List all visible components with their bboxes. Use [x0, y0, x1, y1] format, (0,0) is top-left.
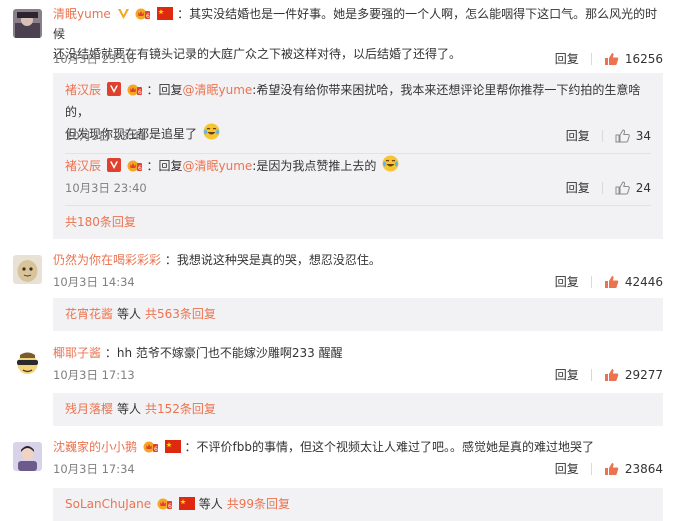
verified-v-icon — [106, 82, 121, 96]
comment-text: ：我想说这种哭是真的哭，想忍没忍住。 — [164, 253, 381, 267]
vip-crown-icon: 6 — [135, 6, 151, 20]
sub-reply-username[interactable]: 褚汉辰 — [65, 83, 101, 97]
reply-button[interactable]: 回复 — [555, 50, 579, 68]
comment-item: 椰耶子酱 ：hh 范爷不嫁豪门也不能嫁沙雕啊233 醒醒 10月3日 17:13… — [0, 343, 683, 436]
like-count: 24 — [635, 181, 651, 195]
divider — [590, 276, 592, 288]
divider — [590, 53, 592, 65]
verified-v-icon — [117, 7, 130, 20]
comment-username[interactable]: 沈巍家的小小鹅 — [53, 440, 137, 454]
sub-reply-item: 褚汉辰 6 ：回复@清眠yume:希望没有给你带来困扰哈，我本来还想评论里帮你推… — [65, 79, 651, 149]
others-label: 等人 — [117, 307, 142, 321]
reply-button[interactable]: 回复 — [555, 366, 579, 384]
like-count: 16256 — [624, 52, 663, 66]
like-button[interactable]: 29277 — [604, 366, 663, 384]
reply-button[interactable]: 回复 — [566, 179, 590, 197]
others-label: 等人 — [117, 402, 142, 416]
like-count: 34 — [635, 129, 651, 143]
svg-text:6: 6 — [146, 13, 150, 20]
comment-text: ：不评价fbb的事情，但这个视频太让人难过了吧。。感觉她是真的难过地哭了 — [184, 440, 594, 454]
total-replies-link[interactable]: 共563条回复 — [145, 307, 216, 321]
sub-reply-username[interactable]: 褚汉辰 — [65, 159, 101, 173]
thumbs-up-icon — [604, 53, 619, 65]
comment-item: 沈巍家的小小鹅 6 ：不评价fbb的事情，但这个视频太让人难过了吧。。感觉她是真… — [0, 436, 683, 521]
comment-time: 10月3日 17:13 — [53, 368, 135, 382]
comment-username[interactable]: 仍然为你在喝彩彩彩 — [53, 253, 161, 267]
more-replies-bar: 残月落樱 等人 共152条回复 — [53, 393, 663, 426]
others-label: 等人 — [198, 497, 223, 511]
comment-time: 10月3日 14:34 — [53, 275, 135, 289]
divider — [601, 182, 603, 194]
divider — [65, 153, 651, 154]
mention-link[interactable]: @清眠yume — [183, 159, 253, 173]
avatar[interactable] — [13, 255, 42, 284]
svg-text:6: 6 — [168, 503, 172, 510]
vip-crown-icon: 6 — [143, 439, 159, 453]
like-button[interactable]: 24 — [615, 179, 651, 197]
reply-user-link[interactable]: 花宵花酱 — [65, 307, 113, 321]
china-flag-icon — [157, 7, 174, 20]
comment-time: 10月3日 17:34 — [53, 462, 135, 476]
comment-username[interactable]: 清眠yume — [53, 7, 111, 21]
sub-replies-box: 褚汉辰 6 ：回复@清眠yume:希望没有给你带来困扰哈，我本来还想评论里帮你推… — [53, 73, 663, 239]
thumbs-up-icon — [615, 181, 630, 195]
mention-link[interactable]: @清眠yume — [183, 83, 253, 97]
comment-text: ：hh 范爷不嫁豪门也不能嫁沙雕啊233 醒醒 — [104, 346, 343, 360]
reply-prefix: ：回复 — [146, 159, 183, 173]
more-replies-bar: SoLanChuJane 6 等人 共99条回复 — [53, 488, 663, 521]
avatar[interactable] — [13, 9, 42, 38]
comment-username[interactable]: 椰耶子酱 — [53, 346, 101, 360]
comment-time: 10月3日 23:16 — [53, 52, 135, 66]
vip-crown-icon: 6 — [127, 82, 143, 96]
comment-item: 仍然为你在喝彩彩彩 ：我想说这种哭是真的哭，想忍没忍住。 10月3日 14:34… — [0, 250, 683, 343]
svg-text:6: 6 — [138, 89, 142, 96]
like-button[interactable]: 23864 — [604, 460, 663, 478]
like-button[interactable]: 42446 — [604, 273, 663, 291]
more-replies-bar: 花宵花酱 等人 共563条回复 — [53, 298, 663, 331]
like-count: 23864 — [624, 462, 663, 476]
avatar[interactable] — [13, 442, 42, 471]
divider — [590, 369, 592, 381]
thumbs-up-icon — [604, 276, 619, 288]
total-replies-link[interactable]: 共180条回复 — [65, 213, 136, 230]
vip-crown-icon: 6 — [127, 158, 143, 172]
reply-user-link[interactable]: 残月落樱 — [65, 402, 113, 416]
comment-item: 清眠yume 6 ：其实没结婚也是一件好事。她是多要强的一个人啊，怎么能咽得下这… — [0, 0, 683, 250]
svg-text:6: 6 — [138, 165, 142, 172]
reply-button[interactable]: 回复 — [555, 273, 579, 291]
sub-reply-time: 10月3日 23:40 — [65, 181, 147, 195]
reply-button[interactable]: 回复 — [566, 127, 590, 145]
divider — [590, 463, 592, 475]
verified-v-icon — [106, 158, 121, 172]
reply-user-link[interactable]: SoLanChuJane — [65, 497, 151, 511]
like-button[interactable]: 34 — [615, 127, 651, 145]
like-button[interactable]: 16256 — [604, 50, 663, 68]
like-count: 29277 — [624, 368, 663, 382]
svg-text:6: 6 — [154, 446, 158, 453]
thumbs-up-icon — [615, 129, 630, 143]
sub-reply-text: :是因为我点赞推上去的 — [252, 159, 377, 173]
laugh-cry-emoji-icon — [382, 155, 399, 172]
avatar[interactable] — [13, 349, 42, 378]
china-flag-icon — [164, 440, 181, 453]
divider — [65, 205, 651, 206]
total-replies-link[interactable]: 共99条回复 — [227, 497, 290, 511]
total-replies-link[interactable]: 共152条回复 — [145, 402, 216, 416]
thumbs-up-icon — [604, 369, 619, 381]
vip-crown-icon: 6 — [157, 496, 173, 510]
china-flag-icon — [178, 497, 195, 510]
divider — [601, 130, 603, 142]
sub-reply-time: 10月3日 23:41 — [65, 129, 147, 143]
reply-prefix: ：回复 — [146, 83, 183, 97]
thumbs-up-icon — [604, 463, 619, 475]
reply-button[interactable]: 回复 — [555, 460, 579, 478]
like-count: 42446 — [624, 275, 663, 289]
sub-reply-item: 褚汉辰 6 ：回复@清眠yume:是因为我点赞推上去的 10月3日 23:40 … — [65, 155, 651, 199]
